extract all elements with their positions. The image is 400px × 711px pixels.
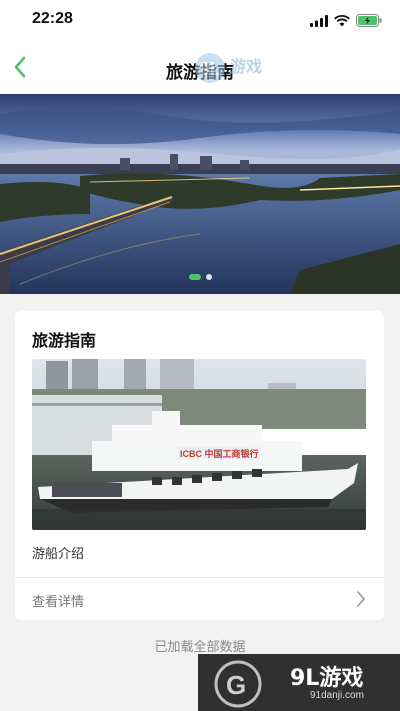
carousel-dot[interactable]: [205, 274, 212, 280]
carousel-indicator: [0, 274, 400, 280]
status-bar: 22:28: [0, 0, 400, 44]
banner-carousel[interactable]: [0, 94, 400, 294]
chevron-right-icon: [356, 590, 366, 612]
cruise-ship-image[interactable]: ICBC 中国工商银行: [32, 359, 366, 530]
wifi-icon: [334, 12, 350, 31]
load-complete-text: 已加载全部数据: [154, 640, 246, 655]
ship-signage: ICBC 中国工商银行: [180, 448, 259, 459]
nav-bar: 旅游指南 9L 游戏: [0, 44, 400, 94]
card-title: 旅游指南: [32, 331, 97, 350]
view-details-label: 查看详情: [32, 595, 85, 610]
svg-text:G: G: [226, 670, 246, 700]
watermark-logo: G 9L游戏 91danji.com: [198, 654, 400, 711]
status-time: 22:28: [32, 10, 73, 27]
svg-text:9L: 9L: [200, 59, 221, 79]
view-details-link[interactable]: 查看详情: [15, 578, 384, 620]
watermark-brand: 9L游戏: [290, 666, 364, 691]
carousel-dot-active[interactable]: [188, 274, 201, 280]
watermark-logo-top: 9L 游戏: [194, 50, 282, 86]
guide-card: 旅游指南 ICBC 中国工商银行 游船介绍 查看详情: [15, 311, 384, 620]
svg-text:游戏: 游戏: [230, 57, 262, 76]
watermark-url: 91danji.com: [310, 690, 364, 701]
cellular-signal-icon: [310, 12, 328, 31]
battery-charging-icon: [356, 12, 382, 31]
banner-image: [0, 94, 400, 294]
card-subtitle: 游船介绍: [32, 547, 85, 562]
status-icons: [310, 12, 382, 31]
